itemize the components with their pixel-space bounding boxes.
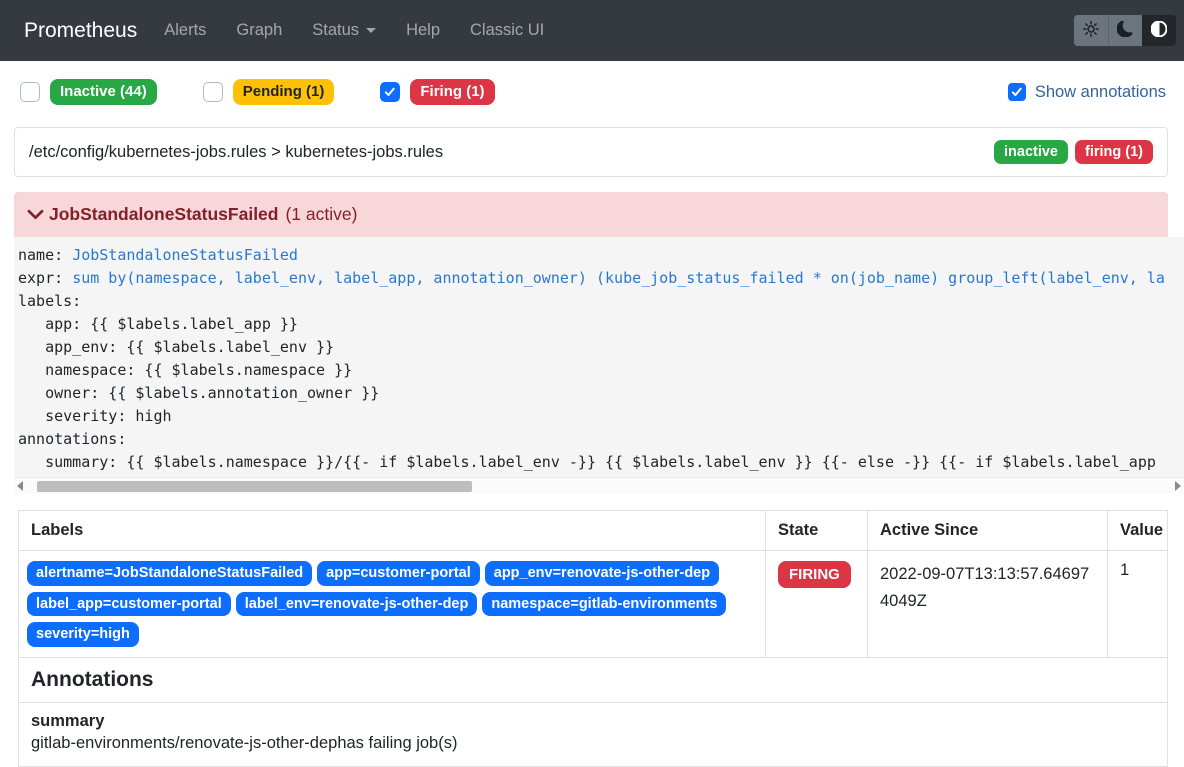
code-line: expr: sum by(namespace, label_env, label…	[18, 267, 1184, 290]
annotation-key: summary	[31, 712, 1155, 731]
circle-half-icon	[1151, 21, 1167, 40]
nav-item-classic-ui[interactable]: Classic UI	[470, 13, 544, 48]
column-header-value: Value	[1107, 511, 1167, 550]
rule-group-card: /etc/config/kubernetes-jobs.rules > kube…	[14, 127, 1168, 177]
column-header-labels: Labels	[19, 511, 765, 550]
filter-firing-1[interactable]: Firing (1)	[380, 79, 494, 105]
filter-checkbox[interactable]	[380, 82, 400, 102]
main-nav: Alerts Graph Status Help Classic UI	[164, 13, 574, 48]
filter-inactive-44[interactable]: Inactive (44)	[20, 79, 157, 105]
code-line: owner: {{ $labels.annotation_owner }}	[18, 382, 1184, 405]
chevron-down-icon	[26, 205, 49, 224]
app-brand[interactable]: Prometheus	[24, 19, 137, 43]
nav-item-alerts[interactable]: Alerts	[164, 13, 206, 48]
auto-theme-button[interactable]	[1142, 15, 1176, 46]
state-badge: FIRING	[778, 561, 851, 588]
state-cell: FIRING	[765, 551, 867, 657]
rule-group-title: /etc/config/kubernetes-jobs.rules > kube…	[29, 143, 443, 162]
filter-checkbox[interactable]	[20, 82, 40, 102]
show-annotations-toggle[interactable]: Show annotations	[1008, 83, 1166, 102]
annotations-body: summary gitlab-environments/renovate-js-o…	[19, 703, 1167, 766]
scroll-right-arrow-icon[interactable]	[1175, 481, 1181, 491]
nav-item-graph[interactable]: Graph	[236, 13, 282, 48]
label-badge: app_env=renovate-js-other-dep	[485, 561, 719, 586]
label-badge: app=customer-portal	[317, 561, 480, 586]
code-line: namespace: {{ $labels.namespace }}	[18, 359, 1184, 382]
rule-definition-block: name: JobStandaloneStatusFailedexpr: sum…	[14, 237, 1184, 494]
sun-icon	[1083, 21, 1099, 40]
column-header-state: State	[765, 511, 867, 550]
code-line: summary: {{ $labels.namespace }}/{{- if …	[18, 451, 1184, 474]
code-line: severity: high	[18, 405, 1184, 428]
alerts-table-header: LabelsStateActive SinceValue	[19, 511, 1167, 551]
label-badge: label_app=customer-portal	[27, 592, 231, 617]
scrollbar-thumb[interactable]	[37, 481, 472, 492]
filter-badge: Pending (1)	[233, 79, 335, 105]
code-line: app: {{ $labels.label_app }}	[18, 313, 1184, 336]
code-line: name: JobStandaloneStatusFailed	[18, 244, 1184, 267]
rule-state-badge-inactive: inactive	[994, 140, 1068, 164]
state-filter-group: Inactive (44) Pending (1) Firing (1)	[20, 79, 541, 105]
alert-active-count: (1 active)	[285, 204, 357, 225]
alert-rule-block: JobStandaloneStatusFailed (1 active) nam…	[0, 192, 1184, 767]
navbar: Prometheus Alerts Graph Status Help Classic …	[0, 0, 1184, 61]
alerts-page: Inactive (44) Pending (1) Firing (1) Show …	[0, 61, 1184, 767]
value-cell: 1	[1107, 551, 1167, 657]
code-line: labels:	[18, 290, 1184, 313]
alerts-table: LabelsStateActive SinceValue alertname=J…	[18, 510, 1168, 767]
filter-badge: Inactive (44)	[50, 79, 157, 105]
filter-checkbox[interactable]	[203, 82, 223, 102]
moon-icon	[1117, 21, 1133, 40]
alert-collapse-header[interactable]: JobStandaloneStatusFailed (1 active)	[14, 192, 1168, 237]
show-annotations-checkbox[interactable]	[1008, 83, 1026, 101]
light-theme-button[interactable]	[1074, 15, 1108, 46]
alert-row: alertname=JobStandaloneStatusFailedapp=c…	[19, 551, 1167, 658]
active-since-cell: 2022-09-07T13:13:57.646974049Z	[867, 551, 1107, 657]
filter-pending-1[interactable]: Pending (1)	[203, 79, 335, 105]
alert-name: JobStandaloneStatusFailed	[49, 204, 278, 225]
horizontal-scrollbar[interactable]	[14, 477, 1184, 494]
scroll-left-arrow-icon[interactable]	[17, 481, 23, 491]
label-badge: alertname=JobStandaloneStatusFailed	[27, 561, 312, 586]
label-badge: label_env=renovate-js-other-dep	[236, 592, 478, 617]
rule-group-badges: inactive firing (1)	[994, 140, 1153, 164]
code-line: annotations:	[18, 428, 1184, 451]
show-annotations-label: Show annotations	[1035, 83, 1166, 102]
dark-theme-button[interactable]	[1108, 15, 1142, 46]
label-badge: severity=high	[27, 622, 139, 647]
filter-badge: Firing (1)	[410, 79, 494, 105]
column-header-active-since: Active Since	[867, 511, 1107, 550]
theme-toggle-group	[1074, 15, 1176, 46]
dropdown-caret-icon	[366, 28, 376, 33]
code-line: app_env: {{ $labels.label_env }}	[18, 336, 1184, 359]
annotation-row: summary gitlab-environments/renovate-js-o…	[19, 703, 1167, 766]
labels-cell: alertname=JobStandaloneStatusFailedapp=c…	[19, 551, 765, 657]
label-badge: namespace=gitlab-environments	[482, 592, 726, 617]
filter-row: Inactive (44) Pending (1) Firing (1) Show …	[0, 61, 1184, 105]
annotations-section-title: Annotations	[19, 658, 1167, 703]
nav-item-status[interactable]: Status	[312, 13, 376, 48]
rule-yaml-code: name: JobStandaloneStatusFailedexpr: sum…	[14, 237, 1184, 477]
nav-item-help[interactable]: Help	[406, 13, 440, 48]
scrollbar-track[interactable]	[27, 480, 1171, 493]
annotation-value: gitlab-environments/renovate-js-other-de…	[31, 734, 1155, 753]
rule-state-badge-firing-1: firing (1)	[1075, 140, 1153, 164]
